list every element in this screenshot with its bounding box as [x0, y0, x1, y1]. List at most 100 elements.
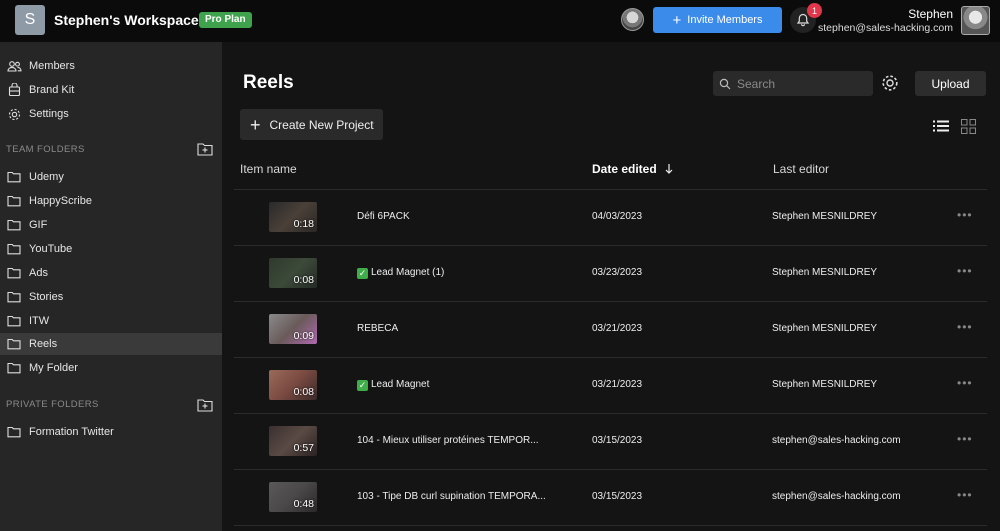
folder-icon [6, 289, 22, 305]
folder-icon [6, 424, 22, 440]
notification-count-badge: 1 [807, 3, 822, 18]
add-private-folder-icon[interactable] [197, 398, 213, 412]
upload-button[interactable]: Upload [915, 71, 986, 96]
folder-icon [6, 193, 22, 209]
last-editor: Stephen MESNILDREY [772, 379, 878, 390]
folder-label: GIF [29, 219, 48, 231]
table-row[interactable]: 0:09 REBECA 03/21/2023 Stephen MESNILDRE… [234, 302, 987, 358]
user-email[interactable]: stephen@sales-hacking.com [818, 22, 953, 34]
folder-icon [6, 336, 22, 352]
video-thumbnail[interactable]: 0:08 [269, 370, 317, 400]
folder-item[interactable]: Ads [0, 262, 222, 284]
date-edited: 04/03/2023 [592, 211, 643, 222]
main-content: Reels Upload + Create New Project Item n… [222, 42, 1000, 531]
folder-icon [6, 265, 22, 281]
folder-item[interactable]: YouTube [0, 238, 222, 260]
folder-item-active[interactable]: Reels [0, 333, 222, 355]
folder-item[interactable]: My Folder [0, 357, 222, 379]
table-row[interactable]: 0:08 ✓ Lead Magnet 03/21/2023 Stephen MES… [234, 358, 987, 414]
create-new-project-button[interactable]: + Create New Project [240, 109, 383, 140]
item-name[interactable]: 104 - Mieux utiliser protéines TEMPOR... [357, 435, 539, 446]
sidebar-item-brand-kit[interactable]: Brand Kit [0, 79, 222, 101]
folder-icon [6, 360, 22, 376]
video-duration: 0:57 [293, 442, 314, 454]
workspace-name[interactable]: Stephen's Workspace [54, 12, 199, 28]
list-view-icon[interactable] [933, 119, 949, 133]
folder-item[interactable]: Stories [0, 286, 222, 308]
invite-members-button[interactable]: + Invite Members [653, 7, 782, 33]
video-thumbnail[interactable]: 0:57 [269, 426, 317, 456]
folder-icon [6, 169, 22, 185]
column-header-label: Date edited [592, 162, 657, 176]
item-name-label: Lead Magnet [371, 379, 430, 390]
members-icon [6, 58, 22, 74]
folder-label: YouTube [29, 243, 73, 255]
folder-item[interactable]: Formation Twitter [0, 421, 222, 443]
more-options-icon[interactable]: ••• [957, 208, 973, 222]
video-thumbnail[interactable]: 0:09 [269, 314, 317, 344]
settings-gear-icon[interactable] [880, 73, 900, 93]
video-thumbnail[interactable]: 0:18 [269, 202, 317, 232]
column-header-last-editor[interactable]: Last editor [773, 162, 829, 176]
item-name[interactable]: ✓ Lead Magnet (1) [357, 267, 444, 279]
folder-label: Reels [29, 338, 58, 350]
add-team-folder-icon[interactable] [197, 142, 213, 156]
folder-label: Stories [29, 291, 64, 303]
column-header-item-name[interactable]: Item name [240, 162, 297, 176]
folder-item[interactable]: HappyScribe [0, 190, 222, 212]
more-options-icon[interactable]: ••• [957, 432, 973, 446]
search-box[interactable] [713, 71, 873, 96]
sidebar-item-label: Members [29, 60, 75, 72]
video-duration: 0:08 [293, 274, 314, 286]
last-editor: Stephen MESNILDREY [772, 267, 878, 278]
folder-label: My Folder [29, 362, 78, 374]
video-thumbnail[interactable]: 0:08 [269, 258, 317, 288]
date-edited: 03/23/2023 [592, 267, 643, 278]
item-name[interactable]: ✓ Lead Magnet [357, 379, 429, 391]
team-folders-heading: TEAM FOLDERS [6, 144, 85, 155]
video-duration: 0:09 [293, 330, 314, 342]
workspace-avatar[interactable]: S [15, 5, 45, 35]
folder-icon [6, 313, 22, 329]
table-row[interactable]: 0:08 ✓ Lead Magnet (1) 03/23/2023 Stephen… [234, 246, 987, 302]
folder-icon [6, 217, 22, 233]
table-row[interactable]: 0:48 103 - Tipe DB curl supination TEMPO… [234, 470, 987, 526]
video-duration: 0:08 [293, 386, 314, 398]
folder-label: Formation Twitter [29, 426, 114, 438]
date-edited: 03/21/2023 [592, 323, 643, 334]
folder-item[interactable]: ITW [0, 310, 222, 332]
folder-item[interactable]: GIF [0, 214, 222, 236]
video-duration: 0:48 [293, 498, 314, 510]
grid-view-icon[interactable] [961, 119, 976, 134]
brand-kit-icon [6, 82, 22, 98]
user-avatar[interactable] [961, 6, 990, 35]
column-header-date-edited[interactable]: Date edited [592, 162, 674, 176]
table-row[interactable]: 0:57 104 - Mieux utiliser protéines TEMP… [234, 414, 987, 470]
search-input[interactable] [737, 76, 867, 91]
folder-item[interactable]: Udemy [0, 166, 222, 188]
more-options-icon[interactable]: ••• [957, 264, 973, 278]
sidebar-item-label: Settings [29, 108, 69, 120]
more-options-icon[interactable]: ••• [957, 320, 973, 334]
folder-label: Udemy [29, 171, 64, 183]
last-editor: Stephen MESNILDREY [772, 211, 878, 222]
folder-label: HappyScribe [29, 195, 92, 207]
sidebar-item-label: Brand Kit [29, 84, 75, 96]
more-options-icon[interactable]: ••• [957, 488, 973, 502]
plus-icon: + [250, 114, 261, 135]
user-name[interactable]: Stephen [908, 7, 953, 21]
item-name[interactable]: Défi 6PACK [357, 211, 410, 222]
video-thumbnail[interactable]: 0:48 [269, 482, 317, 512]
sidebar-item-members[interactable]: Members [0, 55, 222, 77]
top-bar: S Stephen's Workspace Pro Plan + Invite … [0, 0, 1000, 42]
table-row[interactable]: 0:18 Défi 6PACK 04/03/2023 Stephen MESNI… [234, 190, 987, 246]
folder-label: Ads [29, 267, 48, 279]
date-edited: 03/15/2023 [592, 435, 643, 446]
more-options-icon[interactable]: ••• [957, 376, 973, 390]
item-name[interactable]: 103 - Tipe DB curl supination TEMPORA... [357, 491, 546, 502]
last-editor: stephen@sales-hacking.com [772, 491, 901, 502]
member-avatar[interactable] [621, 8, 644, 31]
create-new-project-label: Create New Project [269, 117, 374, 132]
sidebar-item-settings[interactable]: Settings [0, 103, 222, 125]
item-name[interactable]: REBECA [357, 323, 398, 334]
